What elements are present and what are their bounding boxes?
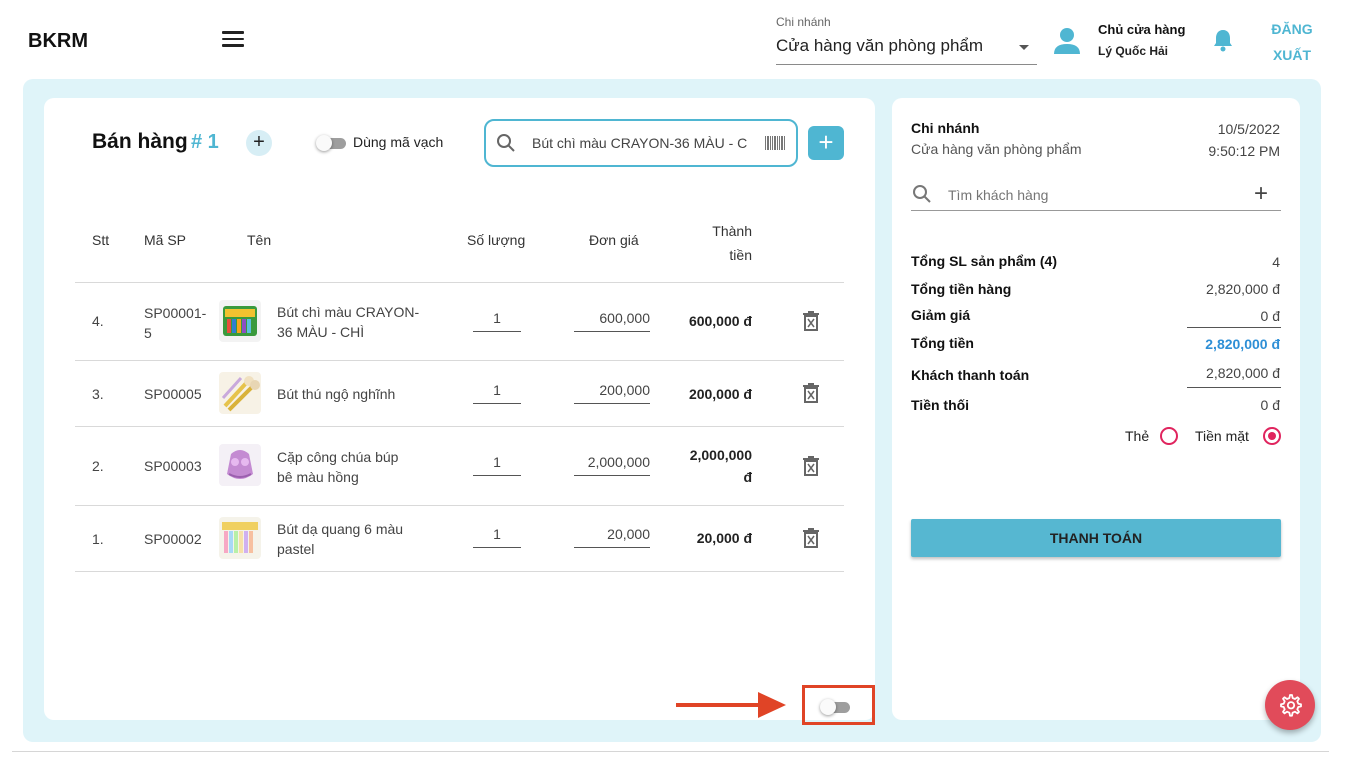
quantity-input[interactable]: 1: [473, 526, 521, 548]
row-code: SP00001- 5: [144, 305, 207, 341]
logout-label-line1: ĐĂNG: [1271, 21, 1313, 37]
sale-tab-number[interactable]: # 1: [191, 131, 219, 154]
delete-icon[interactable]: [803, 528, 819, 548]
total-qty-value: 4: [1272, 254, 1280, 270]
table-divider: [75, 360, 844, 361]
grand-total-label: Tổng tiền: [911, 335, 974, 351]
change-label: Tiền thối: [911, 397, 970, 413]
user-role: Chủ cửa hàng: [1098, 22, 1186, 37]
total-qty-label: Tổng SL sản phẩm (4): [911, 253, 1057, 269]
add-product-button[interactable]: +: [808, 126, 844, 160]
subtotal-value: 2,820,000 đ: [1206, 281, 1280, 297]
checkout-button[interactable]: THANH TOÁN: [911, 519, 1281, 557]
row-code: SP00003: [144, 458, 202, 474]
branch-select-label: Chi nhánh: [776, 15, 831, 29]
row-name: Bút thú ngộ nghĩnh: [277, 386, 396, 402]
menu-icon[interactable]: [222, 31, 244, 49]
quantity-input[interactable]: 1: [473, 310, 521, 332]
customer-search-underline: [911, 210, 1281, 211]
customer-search-input[interactable]: [948, 186, 1238, 204]
subtotal-label: Tổng tiền hàng: [911, 281, 1012, 297]
change-value: 0 đ: [1260, 397, 1280, 413]
column-header-total: Thành tiền: [712, 223, 752, 263]
grand-total-value: 2,820,000 đ: [1205, 336, 1280, 352]
row-code: SP00005: [144, 386, 202, 402]
summary-branch-value: Cửa hàng văn phòng phẩm: [911, 141, 1082, 157]
customer-paid-input[interactable]: 2,820,000 đ: [1206, 365, 1280, 381]
add-customer-button[interactable]: +: [1254, 182, 1268, 206]
table-divider: [75, 571, 844, 572]
row-stt: 3.: [92, 386, 104, 402]
column-header-stt: Stt: [92, 232, 110, 248]
payment-cash-label: Tiền mặt: [1195, 428, 1249, 444]
settings-button[interactable]: [1265, 680, 1315, 730]
customer-paid-underline: [1187, 387, 1281, 388]
page-title: Bán hàng: [92, 130, 188, 153]
payment-card-radio[interactable]: [1160, 427, 1178, 445]
discount-label: Giảm giá: [911, 307, 971, 323]
product-thumbnail: [219, 372, 261, 414]
summary-date: 10/5/2022: [1217, 121, 1280, 137]
price-input[interactable]: 20,000: [574, 526, 650, 548]
product-thumbnail: [219, 517, 261, 559]
quantity-input[interactable]: 1: [473, 454, 521, 476]
user-name: Lý Quốc Hải: [1098, 44, 1169, 58]
column-header-code: Mã SP: [144, 232, 187, 248]
divider: [12, 751, 1329, 752]
row-total: 2,000,000 đ: [689, 447, 752, 485]
payment-card-label: Thẻ: [1125, 428, 1150, 444]
product-search-input[interactable]: [532, 134, 754, 152]
table-divider: [75, 505, 844, 506]
branch-select[interactable]: Cửa hàng văn phòng phẩm: [776, 36, 1037, 65]
summary-branch-label: Chi nhánh: [911, 120, 980, 136]
barcode-toggle[interactable]: [316, 135, 346, 151]
search-icon: [497, 134, 515, 152]
row-total: 200,000 đ: [688, 386, 752, 402]
delete-icon[interactable]: [803, 311, 819, 331]
product-thumbnail: [219, 444, 261, 486]
customer-paid-label: Khách thanh toán: [911, 367, 1030, 383]
quantity-input[interactable]: 1: [473, 382, 521, 404]
sale-panel: [44, 98, 875, 720]
row-stt: 1.: [92, 531, 104, 547]
row-name: Bút chì màu CRAYON- 36 MÀU - CHÌ: [277, 304, 420, 340]
arrow-right-icon: [676, 692, 786, 718]
barcode-icon[interactable]: [764, 135, 786, 151]
delete-icon[interactable]: [803, 456, 819, 476]
row-total: 20,000 đ: [696, 530, 752, 546]
barcode-toggle-label: Dùng mã vạch: [353, 134, 444, 150]
branch-select-value: Cửa hàng văn phòng phẩm: [776, 36, 984, 55]
summary-time: 9:50:12 PM: [1208, 143, 1280, 159]
column-header-price: Đơn giá: [589, 232, 639, 248]
bell-icon[interactable]: [1212, 28, 1234, 52]
product-thumbnail: [219, 300, 261, 342]
price-input[interactable]: 2,000,000: [574, 454, 650, 476]
user-icon: [1054, 28, 1080, 54]
row-name: Bút dạ quang 6 màu pastel: [277, 521, 404, 557]
highlight-box: [802, 685, 875, 725]
gear-icon: [1280, 694, 1302, 717]
discount-underline: [1187, 327, 1281, 328]
table-divider: [75, 282, 844, 283]
logout-button[interactable]: ĐĂNG XUẤT: [1262, 16, 1322, 68]
discount-input[interactable]: 0 đ: [1261, 308, 1280, 324]
payment-cash-radio[interactable]: [1263, 427, 1281, 445]
table-divider: [75, 426, 844, 427]
app-logo: BKRM: [28, 30, 88, 52]
delete-icon[interactable]: [803, 383, 819, 403]
row-stt: 2.: [92, 458, 104, 474]
row-total: 600,000 đ: [688, 313, 752, 329]
row-code: SP00002: [144, 531, 202, 547]
row-name: Cặp công chúa búp bê màu hồng: [277, 449, 399, 485]
search-icon: [913, 185, 931, 203]
chevron-down-icon: [1019, 45, 1029, 50]
add-sale-tab-button[interactable]: +: [246, 130, 272, 156]
column-header-name: Tên: [247, 232, 272, 248]
column-header-qty: Số lượng: [467, 232, 526, 248]
price-input[interactable]: 600,000: [574, 310, 650, 332]
row-stt: 4.: [92, 313, 104, 329]
price-input[interactable]: 200,000: [574, 382, 650, 404]
logout-label-line2: XUẤT: [1272, 47, 1312, 63]
